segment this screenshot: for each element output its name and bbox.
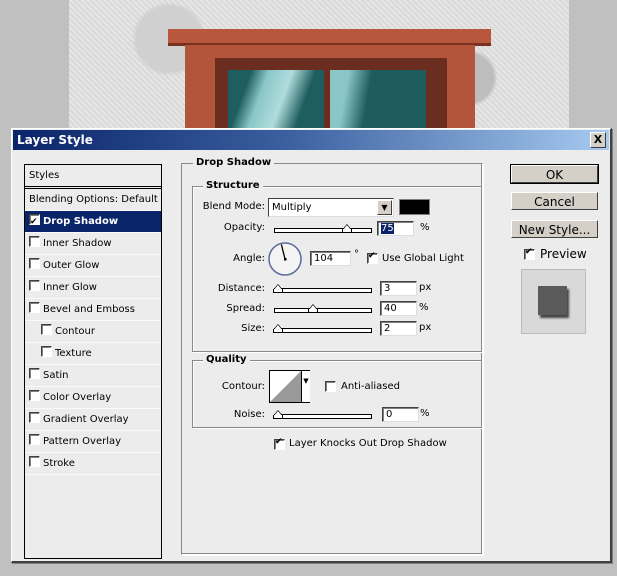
chevron-down-icon[interactable]: ▼ (377, 200, 392, 215)
blend-mode-value: Multiply (272, 202, 312, 213)
dialog-title: Layer Style (17, 133, 93, 147)
distance-label: Distance: (217, 283, 265, 294)
title-bar[interactable]: Layer Style X (13, 130, 609, 150)
styles-header[interactable]: Styles (25, 165, 161, 189)
style-item-label: Color Overlay (43, 392, 112, 403)
distance-input[interactable]: 3 (380, 281, 417, 296)
angle-label: Angle: (233, 253, 265, 264)
blend-mode-label: Blend Mode: (202, 201, 265, 212)
knockout-label[interactable]: Layer Knocks Out Drop Shadow (289, 438, 447, 449)
style-item-label: Drop Shadow (43, 216, 119, 227)
style-item-outer-glow[interactable]: Outer Glow (25, 255, 161, 277)
styles-list: Styles Blending Options: Default Drop Sha… (24, 164, 162, 559)
style-checkbox[interactable] (29, 434, 40, 445)
drop-shadow-title: Drop Shadow (193, 157, 275, 168)
canvas-window-glass-right (330, 70, 426, 130)
style-item-label: Bevel and Emboss (43, 304, 135, 315)
structure-title: Structure (203, 180, 263, 191)
style-item-inner-glow[interactable]: Inner Glow (25, 277, 161, 299)
size-unit: px (419, 322, 432, 333)
style-item-label: Satin (43, 370, 69, 381)
style-item-label: Inner Glow (43, 282, 97, 293)
preview-checkbox[interactable] (524, 247, 535, 260)
style-checkbox[interactable] (29, 258, 40, 269)
noise-label: Noise: (233, 409, 265, 420)
distance-slider[interactable] (273, 284, 372, 293)
angle-unit: ° (354, 249, 359, 260)
new-style-button[interactable]: New Style... (511, 220, 598, 238)
style-checkbox[interactable] (29, 412, 40, 423)
preview-square (538, 286, 567, 315)
style-item-texture[interactable]: Texture (25, 343, 161, 365)
spread-input[interactable]: 40 (380, 301, 417, 316)
style-checkbox[interactable] (29, 390, 40, 401)
distance-unit: px (419, 282, 432, 293)
style-item-label: Stroke (43, 458, 75, 469)
anti-aliased-label[interactable]: Anti-aliased (341, 381, 400, 392)
style-item-label: Outer Glow (43, 260, 100, 271)
style-checkbox[interactable] (41, 324, 52, 335)
noise-slider[interactable] (273, 410, 372, 419)
style-checkbox[interactable] (29, 212, 40, 233)
spread-unit: % (419, 302, 429, 313)
opacity-unit: % (420, 222, 430, 233)
style-item-stroke[interactable]: Stroke (25, 453, 161, 475)
preview-thumbnail (521, 269, 586, 334)
style-item-color-overlay[interactable]: Color Overlay (25, 387, 161, 409)
style-item-label: Blending Options: Default (29, 194, 158, 205)
style-item-gradient-overlay[interactable]: Gradient Overlay (25, 409, 161, 431)
noise-unit: % (420, 408, 430, 419)
angle-input[interactable]: 104 (310, 251, 351, 266)
contour-label: Contour: (221, 381, 265, 392)
opacity-input[interactable]: 75 (377, 221, 414, 236)
canvas-window-lintel (168, 29, 491, 46)
contour-dropdown-arrow-icon[interactable]: ▼ (301, 371, 310, 402)
style-item-label: Pattern Overlay (43, 436, 122, 447)
style-item-blending-options-default[interactable]: Blending Options: Default (25, 189, 161, 211)
use-global-light-label[interactable]: Use Global Light (382, 253, 464, 264)
contour-picker[interactable]: ▼ (269, 370, 310, 403)
blend-mode-select[interactable]: Multiply ▼ (268, 198, 394, 217)
opacity-slider[interactable] (274, 224, 372, 233)
anti-aliased-checkbox[interactable] (325, 381, 336, 392)
style-item-label: Inner Shadow (43, 238, 112, 249)
style-item-label: Texture (55, 348, 92, 359)
style-checkbox[interactable] (29, 236, 40, 247)
size-slider[interactable] (273, 324, 372, 333)
angle-dial[interactable] (267, 241, 303, 277)
contour-preview-icon (270, 371, 301, 402)
style-item-satin[interactable]: Satin (25, 365, 161, 387)
layer-style-dialog: Layer Style X Styles Blending Options: D… (11, 128, 612, 563)
style-item-pattern-overlay[interactable]: Pattern Overlay (25, 431, 161, 453)
style-checkbox[interactable] (29, 302, 40, 313)
style-item-drop-shadow[interactable]: Drop Shadow (25, 211, 161, 233)
style-checkbox[interactable] (29, 280, 40, 291)
close-icon: X (593, 133, 603, 146)
style-item-inner-shadow[interactable]: Inner Shadow (25, 233, 161, 255)
size-input[interactable]: 2 (380, 321, 417, 336)
style-checkbox[interactable] (29, 456, 40, 467)
quality-title: Quality (203, 354, 250, 365)
style-checkbox[interactable] (29, 368, 40, 379)
opacity-label: Opacity: (223, 222, 265, 233)
close-button[interactable]: X (590, 132, 606, 148)
preview-label[interactable]: Preview (540, 247, 587, 261)
style-item-label: Gradient Overlay (43, 414, 129, 425)
noise-input[interactable]: 0 (382, 407, 419, 422)
knockout-checkbox[interactable] (274, 437, 285, 450)
shadow-color-swatch[interactable] (399, 199, 430, 215)
style-item-bevel-and-emboss[interactable]: Bevel and Emboss (25, 299, 161, 321)
spread-slider[interactable] (274, 304, 372, 313)
cancel-button[interactable]: Cancel (511, 192, 598, 210)
style-item-contour[interactable]: Contour (25, 321, 161, 343)
use-global-light-checkbox[interactable] (367, 251, 378, 264)
style-item-label: Contour (55, 326, 95, 337)
canvas-window-glass-left (228, 70, 324, 130)
size-label: Size: (241, 323, 265, 334)
ok-button[interactable]: OK (510, 164, 599, 184)
style-checkbox[interactable] (41, 346, 52, 357)
spread-label: Spread: (226, 303, 265, 314)
